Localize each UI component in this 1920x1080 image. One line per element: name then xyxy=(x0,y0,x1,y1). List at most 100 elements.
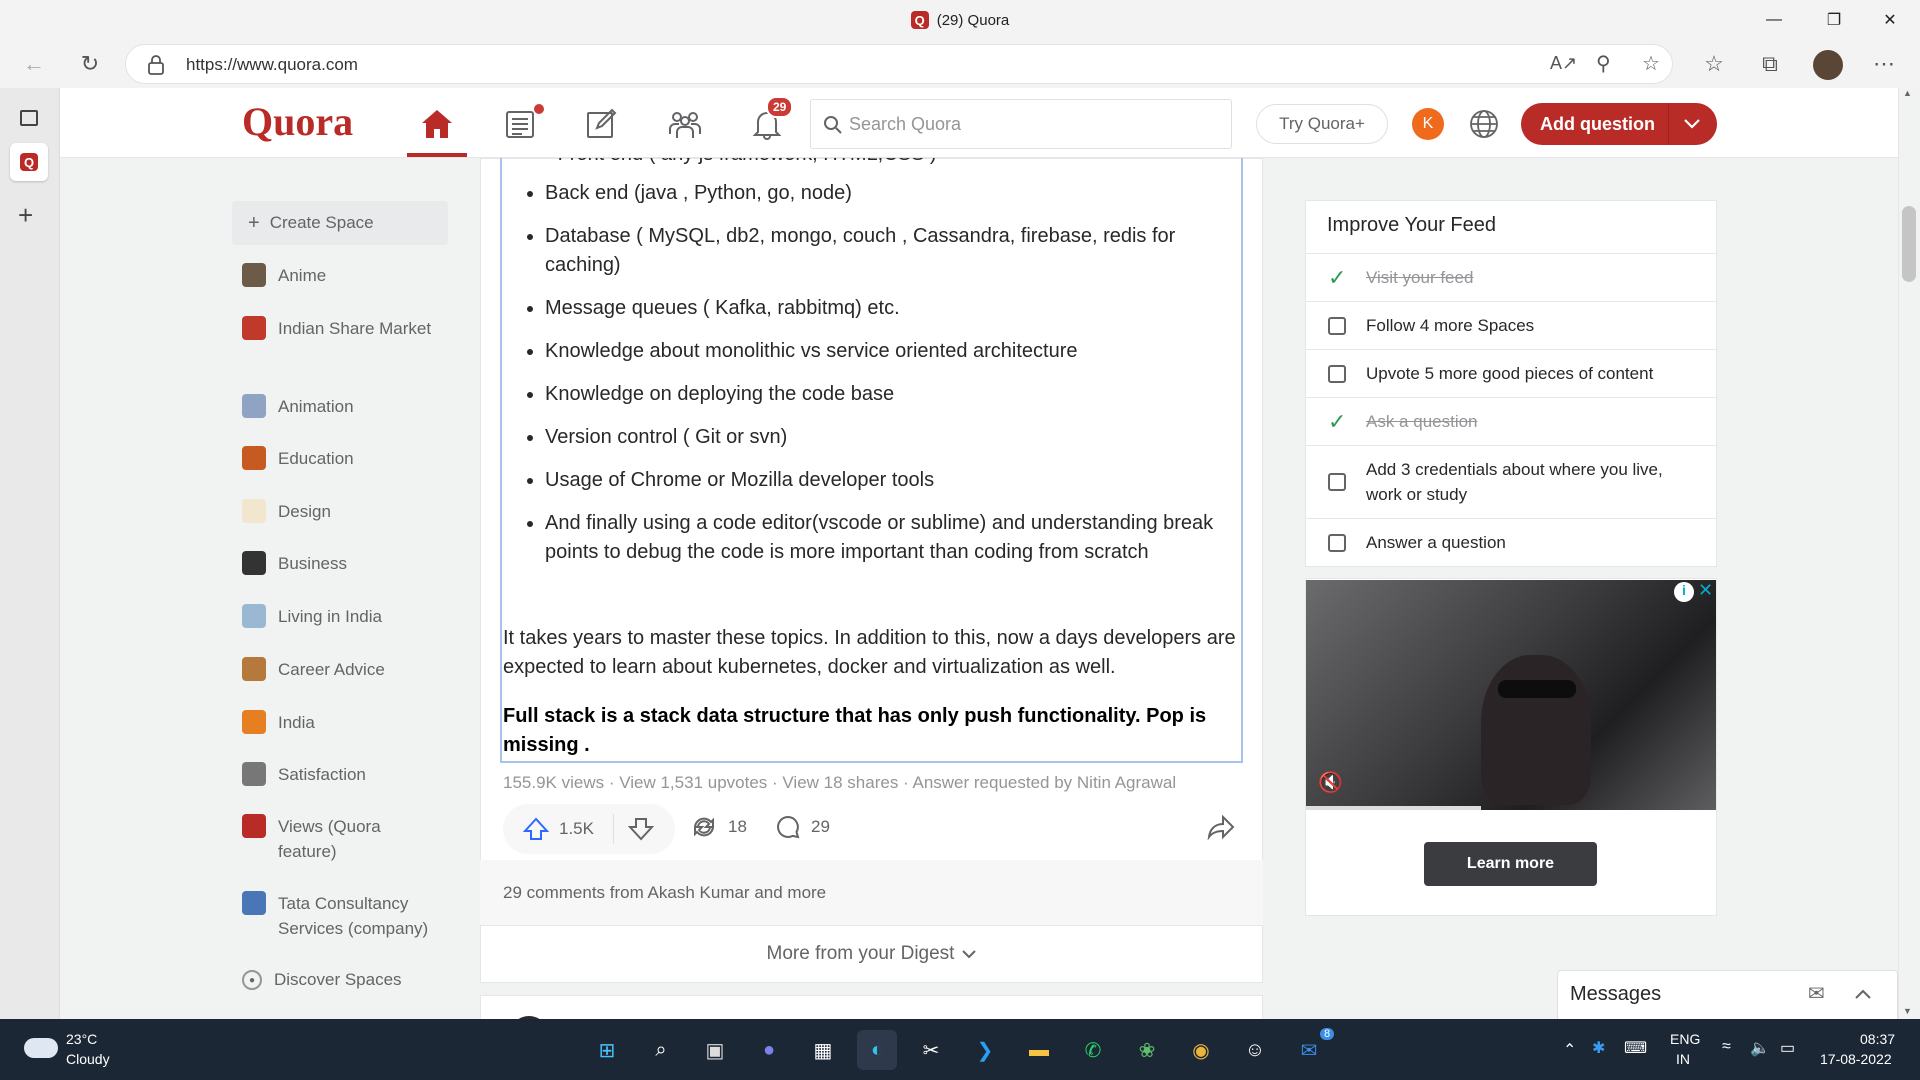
checkbox-icon[interactable] xyxy=(1328,473,1346,491)
teams-chat-icon[interactable]: ● xyxy=(749,1030,789,1070)
feed-task-row[interactable]: Answer a question xyxy=(1306,518,1716,566)
sidebar-item[interactable]: Tata Consultancy Services (company) xyxy=(242,891,442,941)
clock-time[interactable]: 08:37 xyxy=(1860,1031,1895,1047)
close-window-button[interactable]: ✕ xyxy=(1862,0,1918,40)
sidebar-item[interactable]: India xyxy=(242,710,442,735)
ad-close-icon[interactable]: ✕ xyxy=(1698,580,1713,601)
sidebar-item[interactable]: Career Advice xyxy=(242,657,442,682)
vscode-icon[interactable]: ❯ xyxy=(965,1030,1005,1070)
share-arrow-icon[interactable] xyxy=(1207,814,1235,845)
new-tab-icon[interactable]: + xyxy=(18,200,33,231)
share-count-button[interactable]: 18 xyxy=(690,814,747,840)
scroll-up-arrow-icon[interactable]: ▲ xyxy=(1903,88,1912,98)
checkbox-icon[interactable] xyxy=(1328,364,1346,383)
checkbox-icon[interactable] xyxy=(1328,533,1346,552)
feed-task-row[interactable]: Add 3 credentials about where you live, … xyxy=(1306,445,1716,518)
region-indicator[interactable]: IN xyxy=(1676,1051,1690,1067)
whatsapp-icon[interactable]: ✆ xyxy=(1073,1030,1113,1070)
answer-bullet: Version control ( Git or svn) xyxy=(545,423,1225,452)
spaces-icon[interactable] xyxy=(665,104,705,144)
language-globe-icon[interactable] xyxy=(1466,106,1502,142)
more-from-digest-button[interactable]: More from your Digest xyxy=(480,925,1263,983)
checkmark-icon[interactable]: ✓ xyxy=(1328,265,1346,291)
task-view-icon[interactable]: ▣ xyxy=(695,1030,735,1070)
chrome-icon[interactable]: ◉ xyxy=(1181,1030,1221,1070)
file-explorer-icon[interactable]: ▬ xyxy=(1019,1030,1059,1070)
learn-more-button[interactable]: Learn more xyxy=(1424,842,1597,886)
muted-speaker-icon[interactable]: 🔇 xyxy=(1318,770,1343,795)
home-icon[interactable] xyxy=(417,104,457,144)
downvote-button[interactable] xyxy=(614,817,654,841)
try-quora-plus-button[interactable]: Try Quora+ xyxy=(1256,104,1388,144)
more-options-icon[interactable]: ⋯ xyxy=(1866,46,1902,82)
keyboard-icon[interactable]: ⌨ xyxy=(1624,1038,1647,1058)
chevron-up-icon[interactable] xyxy=(1854,988,1872,1000)
sidebar-item[interactable]: Living in India xyxy=(242,604,442,629)
comment-button[interactable]: 29 xyxy=(775,814,830,840)
add-question-button[interactable]: Add question xyxy=(1521,103,1717,145)
upvote-button[interactable]: 1.5K xyxy=(503,817,613,841)
feed-task-row[interactable]: ✓ Visit your feed xyxy=(1306,253,1716,301)
sidebar-item[interactable]: Design xyxy=(242,499,442,524)
url-text[interactable]: https://www.quora.com xyxy=(186,55,358,75)
messages-panel[interactable]: Messages ✉ xyxy=(1557,970,1898,1019)
quora-logo[interactable]: Quora xyxy=(242,98,353,145)
checkbox-icon[interactable] xyxy=(1328,316,1346,335)
app-green-icon[interactable]: ❀ xyxy=(1127,1030,1167,1070)
search-input[interactable]: Search Quora xyxy=(810,99,1232,149)
store-icon[interactable]: ▦ xyxy=(803,1030,843,1070)
speaker-muted-icon[interactable]: 🔈 xyxy=(1750,1038,1770,1058)
read-aloud-icon[interactable]: A↗ xyxy=(1550,53,1577,74)
wifi-icon[interactable]: ≈ xyxy=(1722,1038,1731,1056)
scrollbar-thumb[interactable] xyxy=(1902,206,1916,282)
back-icon[interactable]: ← xyxy=(16,46,52,82)
answer-icon[interactable] xyxy=(581,104,621,144)
refresh-icon[interactable]: ↻ xyxy=(72,46,108,82)
add-favorite-icon[interactable]: ☆ xyxy=(1642,51,1660,76)
sidebar-item[interactable]: Indian Share Market xyxy=(242,316,442,341)
language-indicator[interactable]: ENG xyxy=(1670,1031,1700,1047)
adchoices-icon[interactable]: i xyxy=(1674,582,1694,602)
zoom-icon[interactable]: ⚲ xyxy=(1596,51,1611,76)
clock-date[interactable]: 17-08-2022 xyxy=(1820,1051,1892,1067)
weather-condition[interactable]: Cloudy xyxy=(66,1051,110,1067)
discover-spaces-link[interactable]: ● Discover Spaces xyxy=(242,970,402,990)
collections-icon[interactable]: ⧉ xyxy=(1752,46,1788,82)
weather-temp[interactable]: 23°C xyxy=(66,1031,97,1047)
emoji-app-icon[interactable]: ☺ xyxy=(1235,1030,1275,1070)
show-hidden-icons-icon[interactable]: ⌃ xyxy=(1563,1040,1576,1060)
quora-tab[interactable]: Q xyxy=(10,143,48,181)
feed-task-row[interactable]: ✓ Ask a question xyxy=(1306,397,1716,445)
new-message-icon[interactable]: ✉ xyxy=(1808,981,1825,1006)
checkmark-icon[interactable]: ✓ xyxy=(1328,409,1346,435)
feed-task-row[interactable]: Follow 4 more Spaces xyxy=(1306,301,1716,349)
tab-title[interactable]: Q (29) Quora xyxy=(0,11,1920,29)
favorites-icon[interactable]: ☆ xyxy=(1696,46,1732,82)
scroll-down-arrow-icon[interactable]: ▼ xyxy=(1903,1006,1912,1016)
snipping-tool-icon[interactable]: ✂ xyxy=(911,1030,951,1070)
profile-avatar[interactable] xyxy=(1813,50,1843,80)
sidebar-item[interactable]: Animation xyxy=(242,394,442,419)
bluetooth-icon[interactable]: ✱ xyxy=(1592,1038,1605,1058)
comments-preview[interactable]: 29 comments from Akash Kumar and more xyxy=(480,860,1263,925)
restore-button[interactable]: ❐ xyxy=(1806,0,1862,40)
battery-icon[interactable]: ▭ xyxy=(1780,1038,1795,1058)
tab-actions-icon[interactable] xyxy=(20,110,38,126)
user-avatar[interactable]: K xyxy=(1412,108,1444,140)
ad-video[interactable]: 🔇 i ✕ xyxy=(1306,580,1716,810)
chevron-down-icon[interactable] xyxy=(1683,118,1701,130)
minimize-button[interactable]: — xyxy=(1746,0,1802,40)
sidebar-item[interactable]: Satisfaction xyxy=(242,762,442,787)
following-icon[interactable] xyxy=(500,104,544,144)
feed-task-row[interactable]: Upvote 5 more good pieces of content xyxy=(1306,349,1716,397)
sidebar-item[interactable]: Business xyxy=(242,551,442,576)
search-icon[interactable]: ⌕ xyxy=(641,1030,681,1070)
answer-meta[interactable]: 155.9K views · View 1,531 upvotes · View… xyxy=(503,773,1176,793)
edge-icon[interactable]: ◐ xyxy=(857,1030,897,1070)
sidebar-item[interactable]: Views (Quora feature) xyxy=(242,814,442,864)
sidebar-item[interactable]: Education xyxy=(242,446,442,471)
create-space-button[interactable]: + Create Space xyxy=(232,201,448,245)
sidebar-item[interactable]: Anime xyxy=(242,263,442,288)
address-bar[interactable]: https://www.quora.com A↗ ⚲ ☆ xyxy=(125,44,1673,84)
start-icon[interactable]: ⊞ xyxy=(587,1030,627,1070)
